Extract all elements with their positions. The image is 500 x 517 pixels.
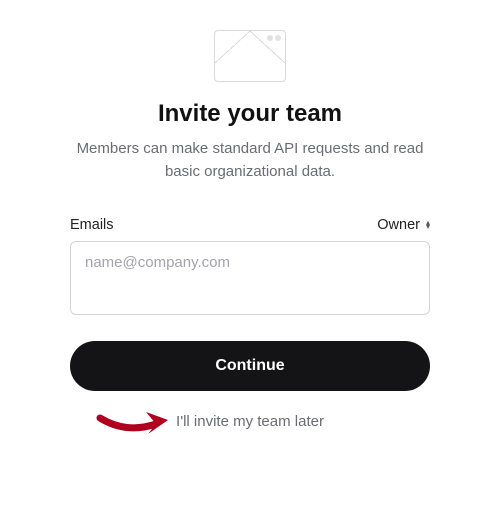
emails-input[interactable] [70,241,430,315]
emails-label: Emails [70,217,114,233]
skip-row: I'll invite my team later [70,413,430,430]
sort-caret-icon: ▴▾ [426,221,430,229]
role-select-label: Owner [377,217,420,233]
page-subtitle: Members can make standard API requests a… [70,138,430,183]
invite-later-link[interactable]: I'll invite my team later [176,413,324,430]
emails-field-header: Emails Owner ▴▾ [70,217,430,233]
continue-button[interactable]: Continue [70,341,430,391]
hero-icon-wrap [214,30,286,82]
envelope-icon [214,30,286,82]
page-title: Invite your team [158,100,342,128]
role-select[interactable]: Owner ▴▾ [377,217,430,233]
annotation-arrow-icon [96,404,174,440]
